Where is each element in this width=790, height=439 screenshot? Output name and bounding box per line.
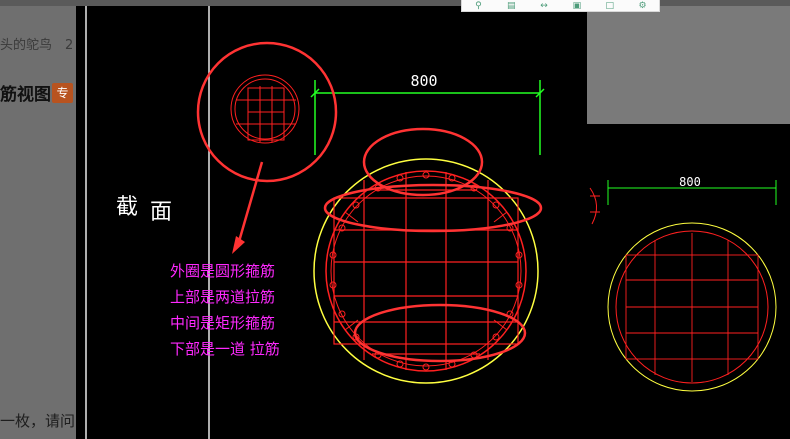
detail-section-small	[230, 74, 300, 144]
annotation-line-4: 下部是一道 拉筋	[170, 340, 280, 358]
section-label-char-2: 面	[150, 200, 173, 225]
annotation-line-1: 外圈是圆形箍筋	[170, 262, 276, 280]
annotation-line-2: 上部是两道拉筋	[170, 288, 276, 306]
spiral-hoop-inner	[330, 175, 522, 367]
markup-ellipse-lower	[353, 303, 527, 363]
section-label-char-1: 截	[116, 195, 139, 220]
right-edge-fragment	[589, 187, 600, 225]
dimension-main-label: 800	[410, 72, 437, 90]
annotation-line-3: 中间是矩形箍筋	[170, 314, 276, 332]
markup-arrow-head	[232, 236, 245, 254]
dimension-right-label: 800	[679, 175, 701, 189]
markup-arrow-line	[236, 161, 264, 246]
dimension-main	[310, 80, 545, 155]
right-section-grid	[625, 233, 759, 382]
spiral-hoop-outer	[325, 170, 527, 372]
section-outline-circle	[313, 158, 539, 384]
